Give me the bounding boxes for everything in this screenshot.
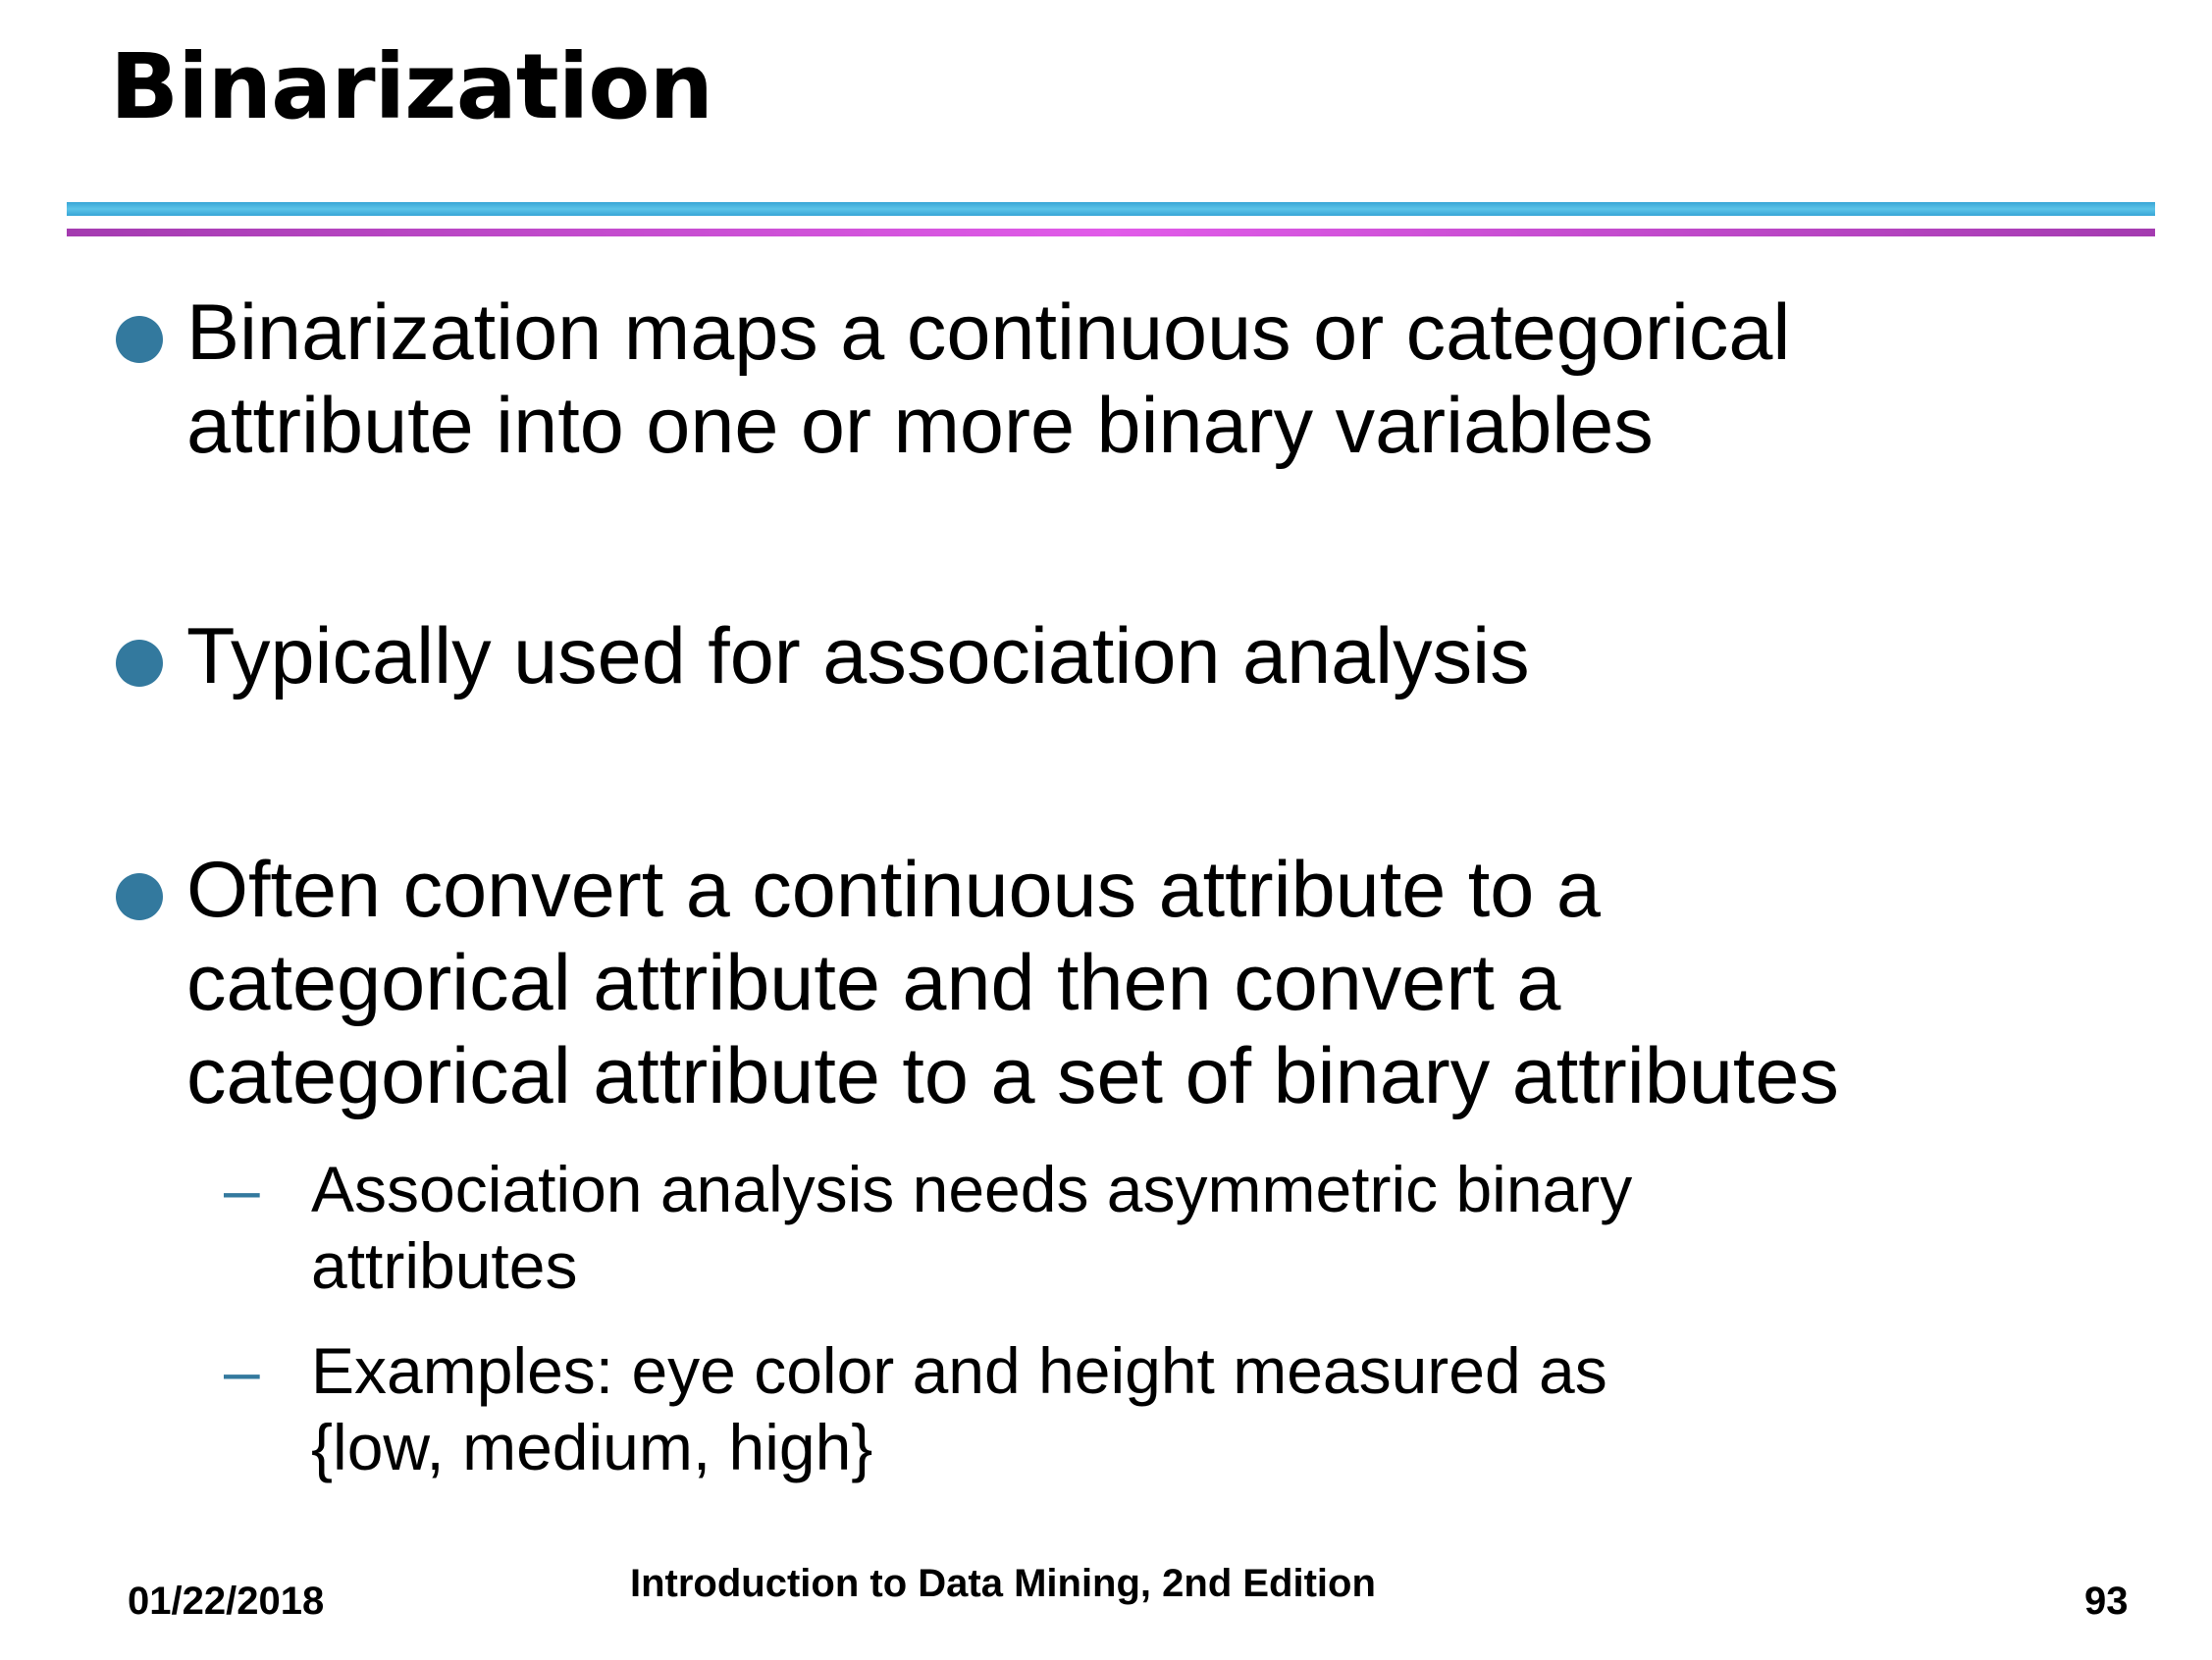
footer-page-number: 93 (2084, 1580, 2129, 1623)
bullet-2-line-1: Typically used for association analysis (186, 612, 1530, 700)
bullet-2-text: Typically used for association analysis (186, 610, 2110, 703)
sub-bullet-dash-icon: – (224, 1334, 260, 1407)
bullet-1-line-2: attribute into one or more binary variab… (186, 382, 1654, 470)
bullet-3-line-3: categorical attribute to a set of binary… (186, 1032, 1839, 1120)
bullet-dot-icon (116, 873, 163, 920)
sub-bullet-2-line-2: {low, medium, high} (311, 1411, 873, 1483)
footer-book-title: Introduction to Data Mining, 2nd Edition (630, 1562, 1376, 1605)
bullet-3-line-1: Often convert a continuous attribute to … (186, 846, 1601, 934)
sub-bullet-1-line-1: Association analysis needs asymmetric bi… (311, 1153, 1633, 1225)
bullet-dot-icon (116, 316, 163, 363)
sub-bullet-2-text: Examples: eye color and height measured … (311, 1332, 2078, 1485)
sub-bullet-1-line-2: attributes (311, 1229, 578, 1302)
bullet-1-text: Binarization maps a continuous or catego… (186, 286, 2110, 473)
sub-bullet-1-text: Association analysis needs asymmetric bi… (311, 1151, 2078, 1304)
bullet-dot-icon (116, 640, 163, 687)
bullet-3-text: Often convert a continuous attribute to … (186, 844, 2110, 1123)
sub-bullet-2-line-1: Examples: eye color and height measured … (311, 1334, 1607, 1407)
bullet-1-line-1: Binarization maps a continuous or catego… (186, 288, 1791, 377)
footer-date: 01/22/2018 (128, 1580, 325, 1623)
sub-bullet-dash-icon: – (224, 1153, 260, 1225)
slide: Binarization Binarization maps a continu… (0, 0, 2212, 1660)
slide-title: Binarization (110, 34, 713, 139)
bullet-3-line-2: categorical attribute and then convert a (186, 939, 1561, 1027)
title-divider-blue (67, 202, 2155, 216)
title-divider-magenta (67, 229, 2155, 236)
